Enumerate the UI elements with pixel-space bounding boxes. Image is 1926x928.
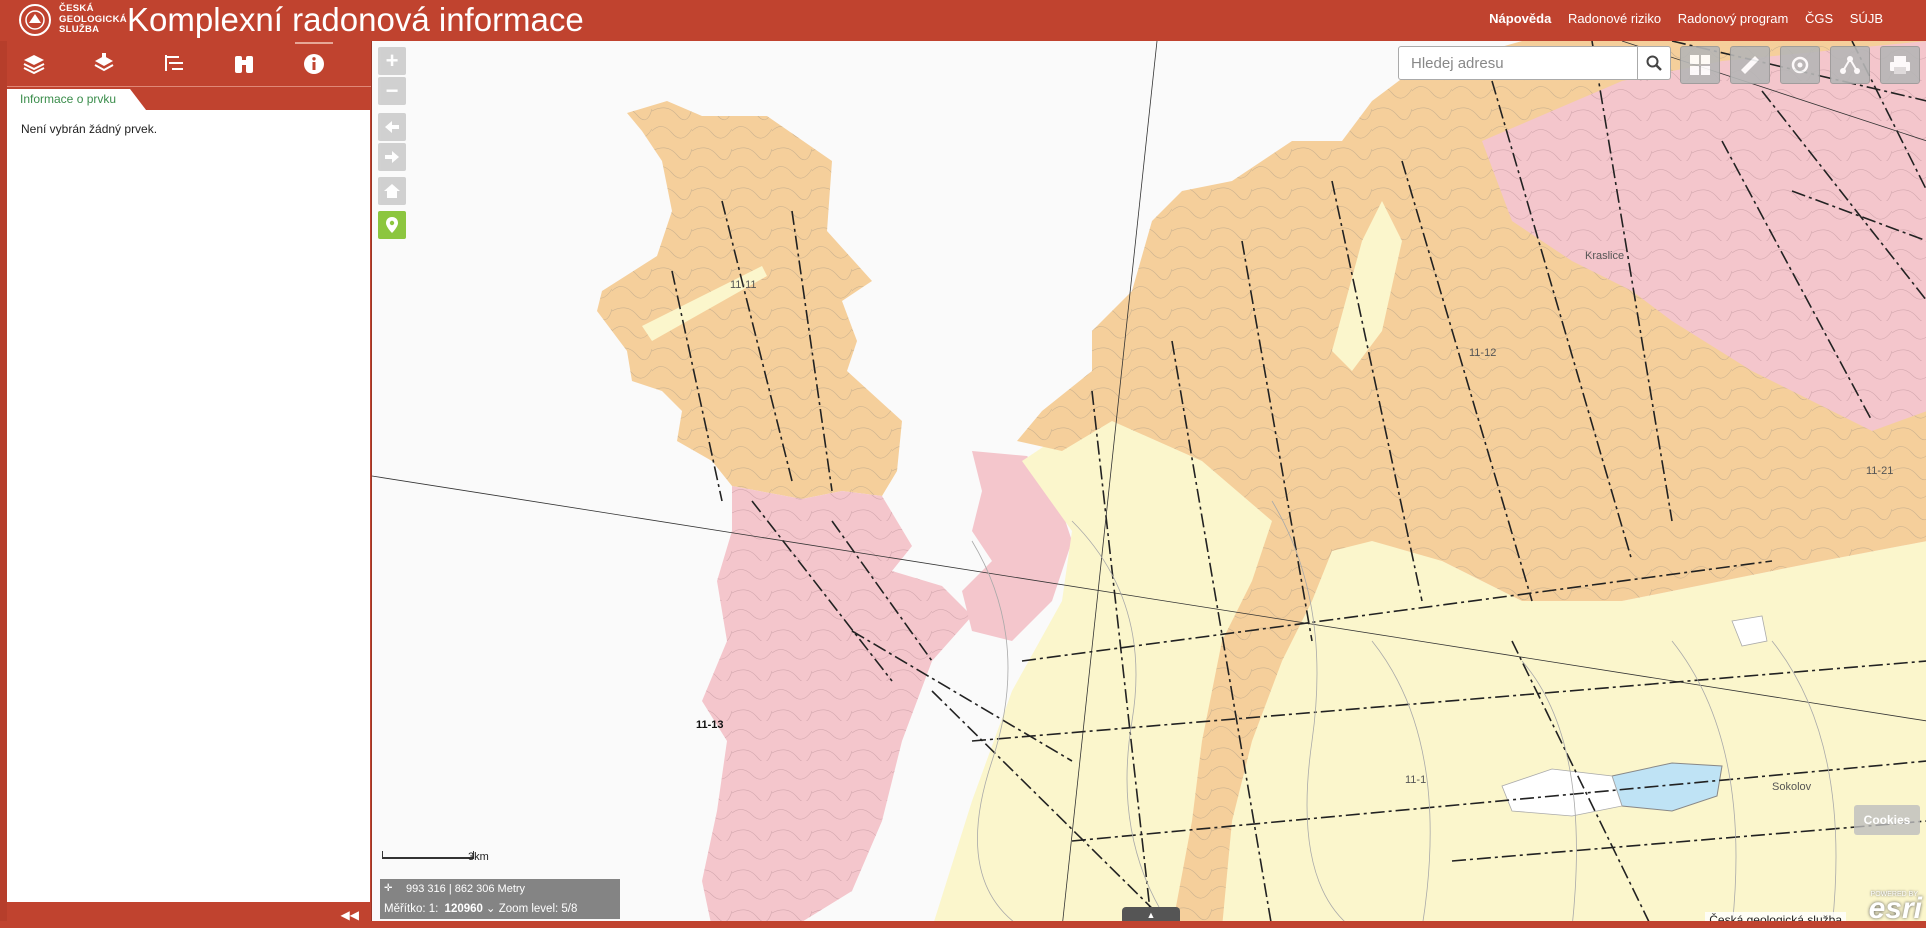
scale-row: Měřítko: 1: 120960 ⌄ Zoom level: 5/8 [384,901,577,915]
map-label-sokolov: Sokolov [1772,781,1812,793]
share-button[interactable] [1830,46,1870,84]
layers-button[interactable] [9,47,59,81]
previous-extent-button[interactable] [378,113,406,141]
home-button[interactable] [378,177,406,205]
binoculars-icon [235,56,253,73]
address-search-box [1398,46,1638,80]
coordinate-panel: ✛ 993 316 | 862 306 Metry Měřítko: 1: 12… [380,879,620,919]
scale-value-select[interactable]: 120960 [445,903,483,915]
nav-link-sujb[interactable]: SÚJB [1850,11,1883,26]
side-panel: Informace o prvku Není vybrán žádný prve… [0,41,371,928]
map-label-11-11: 11-11 [730,279,757,291]
next-extent-button[interactable] [378,143,406,171]
nav-link-cgs[interactable]: ČGS [1805,11,1833,26]
draw-shapes-icon [1791,56,1809,74]
home-icon [384,184,400,198]
search-tool-button[interactable] [219,47,269,81]
scale-prefix: 1: [428,903,439,915]
print-icon [1890,56,1910,74]
info-button[interactable] [289,42,339,81]
map-view[interactable]: 11-11 11-13 11-12 Kraslice 11-21 11-1 So… [371,41,1926,928]
arrow-right-icon [385,151,399,163]
layer-list-icon [94,53,114,72]
info-icon [304,54,324,74]
grid-icon [1690,55,1710,75]
crosshair-icon[interactable]: ✛ [384,883,392,894]
zoom-level-label: Zoom level: [498,903,559,915]
share-icon [1840,56,1860,74]
map-label-11-1: 11-1 [1405,774,1427,786]
scalebar-label: 3km [468,851,489,863]
scalebar [382,851,474,859]
basemap-gallery-button[interactable] [1680,46,1720,84]
info-panel-body: Není vybrán žádný prvek. [7,110,370,902]
map-label-11-12: 11-12 [1469,347,1497,359]
nav-link-napoveda[interactable]: Nápověda [1489,11,1551,26]
ruler-icon [1741,56,1759,74]
location-pin-icon [386,217,398,233]
chevron-down-icon[interactable]: ⌄ [486,903,496,915]
locate-button[interactable] [378,211,406,239]
print-button[interactable] [1880,46,1920,84]
address-search-input[interactable] [1399,47,1637,79]
nav-link-radonove-riziko[interactable]: Radonové riziko [1568,11,1661,26]
coordinate-readout: 993 316 | 862 306 Metry [406,883,526,895]
draw-button[interactable] [1780,46,1820,84]
map-label-krasilice: Kraslice [1585,250,1625,262]
left-edge-strip [0,41,7,928]
layer-list-button[interactable] [79,47,129,81]
cgs-logo-icon[interactable] [18,3,52,37]
filter-icon [165,55,183,71]
empty-selection-message: Není vybrán žádný prvek. [21,122,158,136]
zoom-level-value: 5/8 [561,903,578,915]
tab-informace-o-prvku[interactable]: Informace o prvku [7,89,146,110]
layers-icon [23,55,45,75]
measure-button[interactable] [1730,46,1770,84]
zoom-in-button[interactable]: + [378,47,406,75]
cookies-button[interactable]: Cookies [1854,805,1920,835]
map-label-11-13: 11-13 [696,719,724,731]
logo-line-3: SLUŽBA [59,24,100,35]
arrow-left-icon [385,121,399,133]
collapse-panel-icon[interactable]: ◀◀ [341,908,359,922]
panel-toolbar [7,41,371,87]
search-button[interactable] [1637,46,1671,80]
nav-link-radonovy-program[interactable]: Radonový program [1678,11,1789,26]
app-header: ČESKÁ GEOLOGICKÁ SLUŽBA Komplexní radono… [0,0,1926,41]
panel-divider [7,86,371,87]
zoom-out-button[interactable]: − [378,77,406,105]
logo-line-1: ČESKÁ [59,3,94,14]
map-label-11-21: 11-21 [1866,465,1894,477]
top-nav: Nápověda Radonové riziko Radonový progra… [1476,11,1883,26]
app-title: Komplexní radonová informace [127,1,584,38]
geology-map-layer [372,41,1926,928]
logo-text: ČESKÁ GEOLOGICKÁ SLUŽBA [59,3,127,36]
bottom-strip [0,921,1926,928]
filter-button[interactable] [149,47,199,81]
scale-label: Měřítko: [384,903,426,915]
search-icon [1646,55,1662,71]
